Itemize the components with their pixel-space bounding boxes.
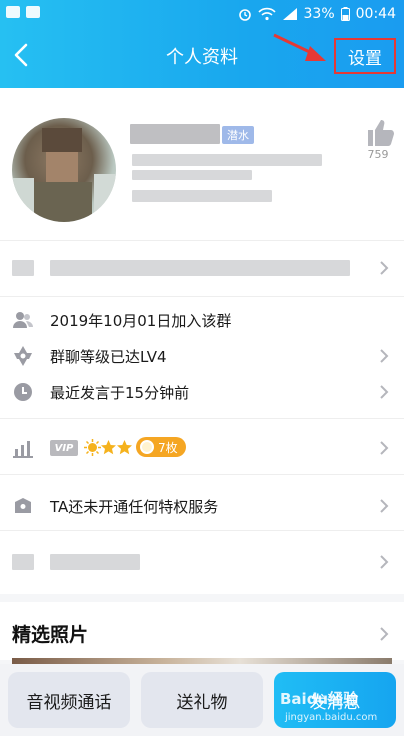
blurred-info-row[interactable] — [0, 544, 404, 580]
watermark-url: jingyan.baidu.com — [285, 712, 378, 723]
privilege-text: TA还未开通任何特权服务 — [50, 497, 219, 516]
signal-icon — [282, 8, 297, 20]
header-bar: 33% 00:44 个人资料 设置 — [0, 0, 404, 88]
image-icon — [6, 6, 20, 18]
clock-icon — [14, 383, 32, 401]
chevron-right-icon — [380, 499, 389, 513]
send-gift-button[interactable]: 送礼物 — [141, 672, 263, 728]
gift-count-text: 7枚 — [158, 440, 178, 455]
chevron-right-icon — [380, 555, 389, 569]
status-bar: 33% 00:44 — [0, 0, 404, 30]
group-level-row[interactable]: 群聊等级已达LV4 — [0, 338, 404, 374]
clock-time: 00:44 — [355, 6, 396, 22]
bag-icon — [15, 498, 31, 513]
group-level-text: 群聊等级已达LV4 — [50, 347, 167, 366]
gift-count-badge: 7枚 — [136, 437, 186, 457]
member-tag: 潜水 — [222, 126, 254, 144]
privilege-row[interactable]: TA还未开通任何特权服务 — [0, 488, 404, 524]
divider — [0, 474, 404, 475]
divider — [0, 530, 404, 531]
wifi-icon — [257, 7, 276, 21]
chevron-right-icon — [380, 349, 389, 363]
red-pointer-arrow-icon — [273, 33, 326, 61]
joined-date-row: 2019年10月01日加入该群 — [0, 302, 404, 338]
blurred-info-row[interactable] — [0, 250, 404, 286]
divider — [0, 240, 404, 241]
battery-percent: 33% — [303, 6, 335, 22]
members-icon — [13, 312, 33, 328]
settings-button[interactable]: 设置 — [334, 38, 396, 74]
folder-icon — [26, 6, 40, 18]
star-level-icon — [101, 440, 116, 455]
sun-level-icon — [84, 439, 101, 456]
joined-date-text: 2019年10月01日加入该群 — [50, 311, 232, 330]
battery-icon — [340, 7, 350, 21]
profile-detail-blurred — [132, 190, 272, 202]
watermark-logo: Baidu经验 — [280, 690, 359, 708]
profile-detail-blurred — [132, 154, 322, 166]
vip-badge: VIP — [50, 440, 78, 456]
avatar[interactable] — [12, 118, 116, 222]
alarm-icon — [238, 9, 251, 21]
divider — [0, 594, 404, 602]
last-spoke-row[interactable]: 最近发言于15分钟前 — [0, 374, 404, 410]
chevron-right-icon[interactable] — [378, 626, 390, 642]
chevron-right-icon — [380, 385, 389, 399]
chevron-right-icon — [380, 441, 389, 455]
star-of-david-icon — [14, 346, 32, 366]
nav-bar: 个人资料 设置 — [0, 30, 404, 82]
divider — [0, 418, 404, 419]
coin-icon — [140, 440, 154, 454]
profile-detail-blurred — [132, 170, 252, 180]
growth-chart-icon — [13, 441, 33, 458]
star-level-icon — [117, 440, 132, 455]
like-count: 759 — [367, 148, 389, 161]
divider — [0, 296, 404, 297]
featured-photos-title: 精选照片 — [12, 624, 89, 646]
nickname-blurred — [130, 124, 220, 144]
last-spoke-text: 最近发言于15分钟前 — [50, 383, 190, 402]
chevron-right-icon — [380, 261, 389, 275]
video-call-button[interactable]: 音视频通话 — [8, 672, 130, 728]
thumbs-up-icon[interactable] — [362, 118, 396, 148]
